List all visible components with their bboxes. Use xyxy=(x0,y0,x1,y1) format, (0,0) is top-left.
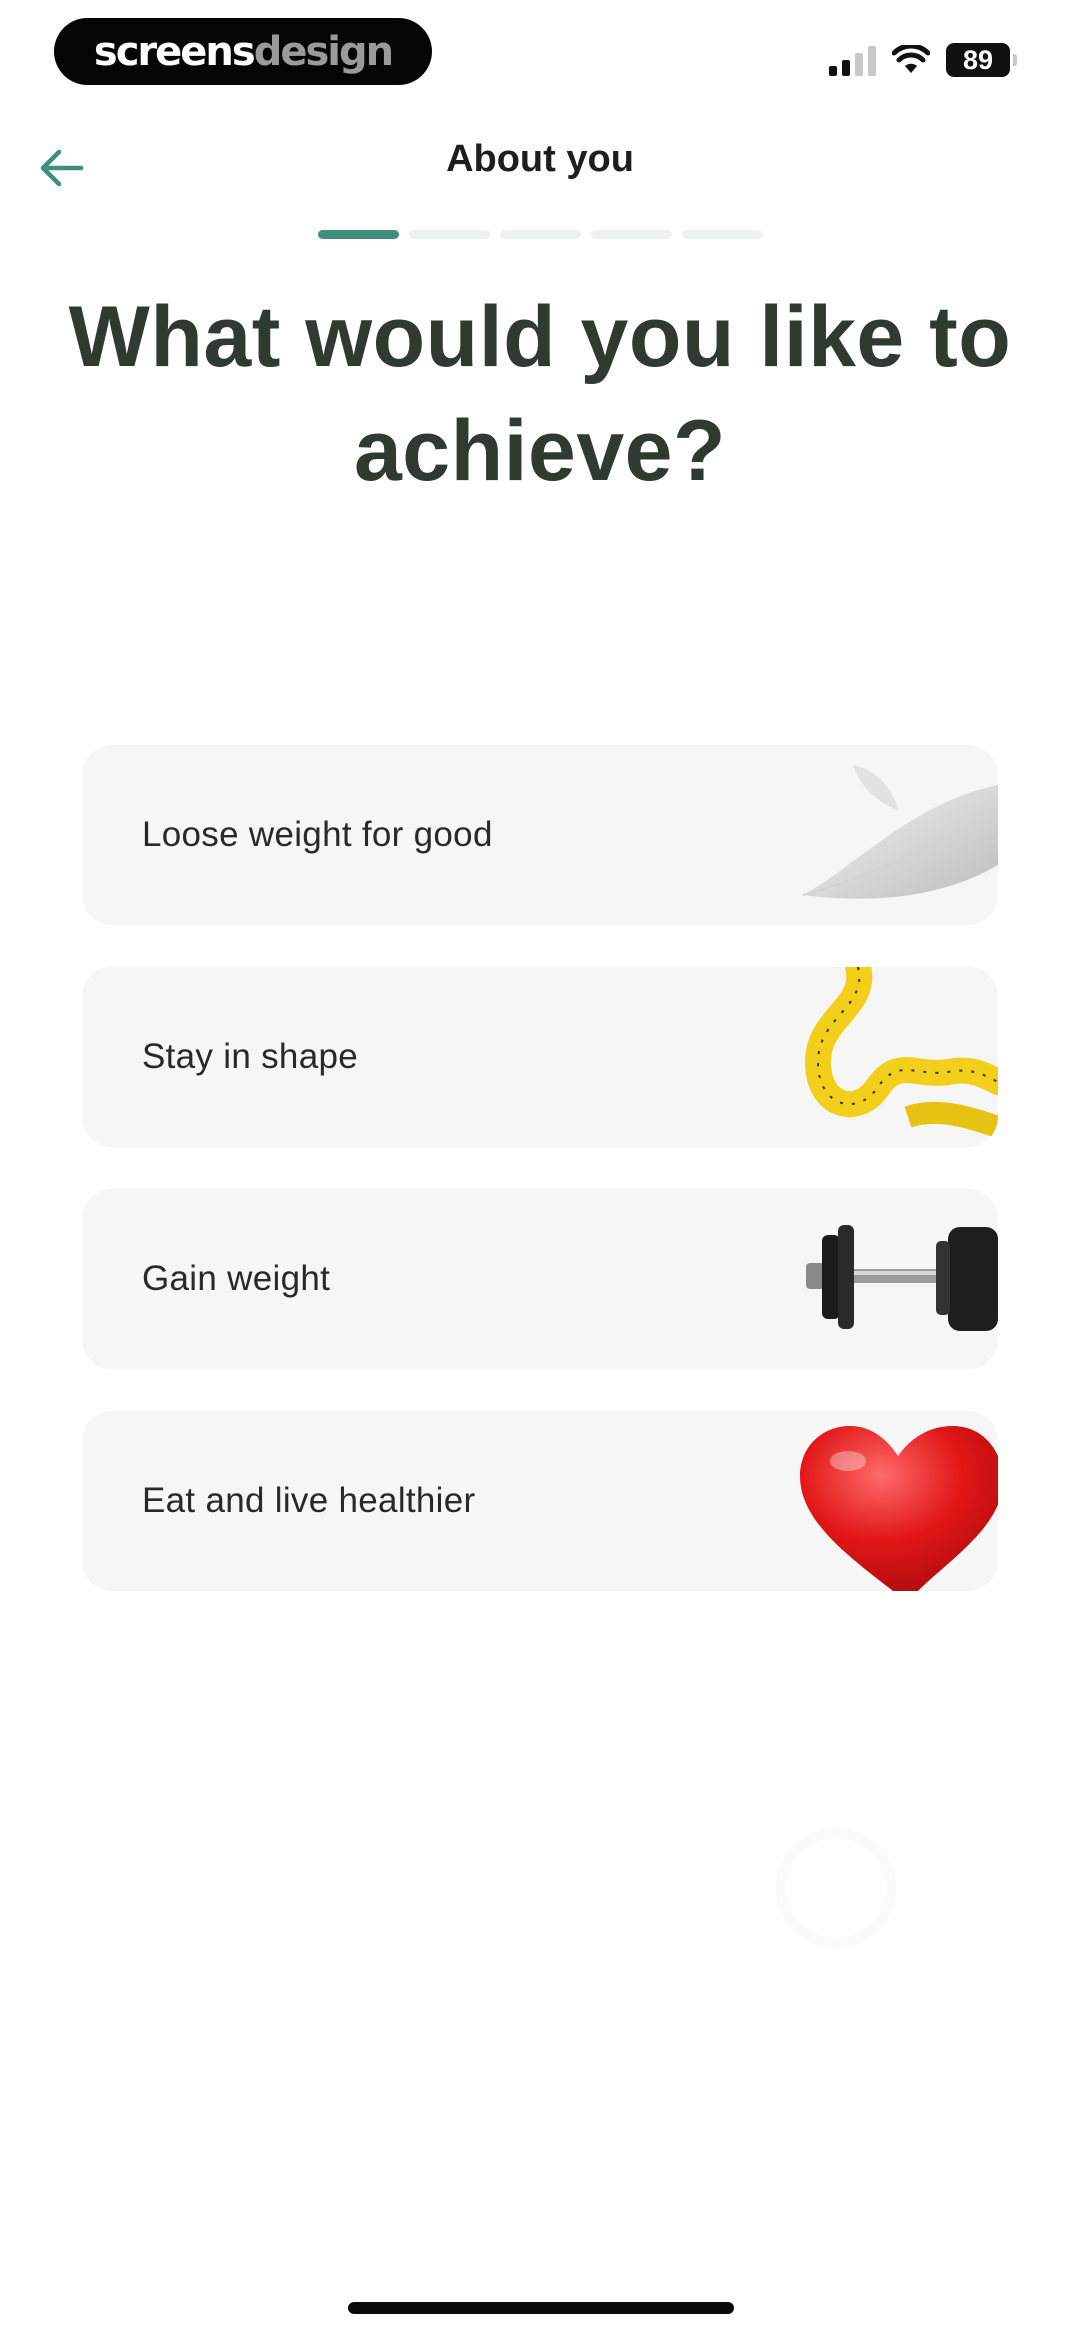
brand-text-part2: design xyxy=(253,28,394,75)
option-eat-healthier[interactable]: Eat and live healthier xyxy=(82,1411,998,1591)
screen: screens design 89 About you What would yo… xyxy=(0,0,1080,2336)
step-progress xyxy=(318,230,763,239)
heart-icon xyxy=(800,1426,998,1591)
progress-segment-active xyxy=(318,230,399,239)
progress-segment xyxy=(409,230,490,239)
option-label: Stay in shape xyxy=(142,1037,358,1076)
loading-spinner xyxy=(776,1828,896,1948)
page-title: About you xyxy=(446,138,634,180)
brand-text-part1: screens xyxy=(93,28,256,75)
feather-icon xyxy=(802,765,998,899)
wifi-icon xyxy=(892,45,930,73)
home-indicator[interactable] xyxy=(348,2302,734,2314)
status-icons: 89 xyxy=(829,40,1017,80)
dumbbell-icon xyxy=(806,1225,998,1331)
cellular-signal-icon xyxy=(829,44,876,76)
option-label: Eat and live healthier xyxy=(142,1481,476,1520)
option-gain-weight[interactable]: Gain weight xyxy=(82,1189,998,1369)
progress-segment xyxy=(682,230,763,239)
option-label: Gain weight xyxy=(142,1259,331,1298)
goal-options-list: Loose weight for good Stay in shape Gain… xyxy=(82,745,998,1633)
progress-segment xyxy=(500,230,581,239)
option-lose-weight[interactable]: Loose weight for good xyxy=(82,745,998,925)
question-heading: What would you like to achieve? xyxy=(68,289,1012,499)
option-label: Loose weight for good xyxy=(142,815,493,854)
measuring-tape-icon xyxy=(804,967,998,1138)
battery-icon: 89 xyxy=(946,43,1017,77)
progress-segment xyxy=(591,230,672,239)
brand-watermark: screens design xyxy=(54,18,432,85)
option-stay-in-shape[interactable]: Stay in shape xyxy=(82,967,998,1147)
battery-level: 89 xyxy=(962,44,994,75)
